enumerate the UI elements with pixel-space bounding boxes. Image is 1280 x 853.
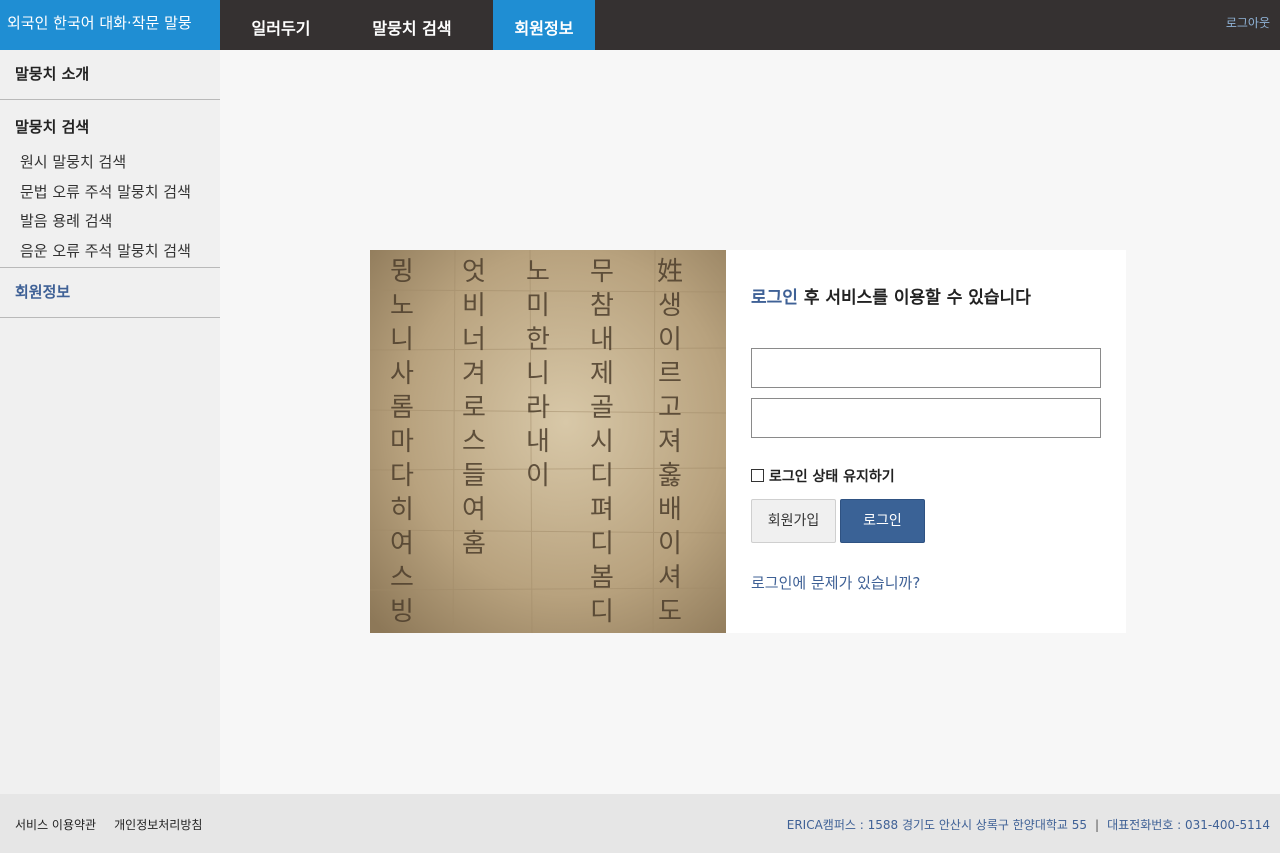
inscription-glyph: 생 xyxy=(658,291,682,321)
inscription-glyph: 이 xyxy=(658,325,682,355)
password-input[interactable] xyxy=(751,398,1101,438)
sidebar: 말뭉치 소개 치 말뭉치 검색 원시 말뭉치 검색 문법 오류 주석 말뭉치 검색… xyxy=(0,50,220,794)
inscription-glyph: 디 xyxy=(590,461,614,491)
inscription-glyph: 디 xyxy=(590,597,614,627)
sidebar-item-grammar-error-search[interactable]: 문법 오류 주석 말뭉치 검색 xyxy=(0,181,220,211)
inscription-glyph: 롬 xyxy=(390,393,414,423)
sidebar-search-group: 말뭉치 검색 원시 말뭉치 검색 문법 오류 주석 말뭉치 검색 발음 용례 검… xyxy=(0,100,220,268)
sidebar-item-intro[interactable]: 말뭉치 소개 치 xyxy=(0,50,220,100)
logout-link[interactable]: 로그아웃 xyxy=(1226,14,1270,31)
inscription-glyph: 히 xyxy=(390,495,414,525)
inscription-glyph: 무 xyxy=(590,257,614,287)
sidebar-item-label: 말뭉치 소개 xyxy=(15,65,90,83)
inscription-glyph: 여 xyxy=(462,495,486,525)
inscription-glyph: 사 xyxy=(390,359,414,389)
tab-guide[interactable]: 일러두기 xyxy=(230,0,332,50)
footer-contact: ERICA캠퍼스 : 1588 경기도 안산시 상록구 한양대학교 55 | 대표전… xyxy=(787,816,1270,833)
inscription-glyph: 엇 xyxy=(462,257,486,287)
sidebar-item-member-info[interactable]: 회원정보 xyxy=(0,268,220,318)
sidebar-item-raw-corpus-search[interactable]: 원시 말뭉치 검색 xyxy=(0,151,220,181)
inscription-glyph: 져 xyxy=(658,427,682,457)
inscription-glyph: 니 xyxy=(390,325,414,355)
inscription-glyph: 배 xyxy=(658,495,682,525)
inscription-glyph: 빙 xyxy=(390,597,414,627)
inscription-glyph: 홇 xyxy=(658,461,682,491)
sidebar-item-phonological-error-search[interactable]: 음운 오류 주석 말뭉치 검색 xyxy=(0,240,220,270)
inscription-glyph: 도 xyxy=(658,597,682,627)
login-title: 로그인 후 서비스를 이용할 수 있습니다 xyxy=(751,283,1031,308)
footer-links: 서비스 이용약관 개인정보처리방침 xyxy=(15,816,220,833)
inscription-glyph: 홈 xyxy=(462,529,486,559)
inscription-glyph: 여 xyxy=(390,529,414,559)
sidebar-faded-text: 치 xyxy=(95,65,110,83)
inscription-glyph: 다 xyxy=(390,461,414,491)
terms-of-service-link[interactable]: 서비스 이용약관 xyxy=(15,818,96,832)
inscription-glyph: 디 xyxy=(590,529,614,559)
privacy-policy-link[interactable]: 개인정보처리방침 xyxy=(114,818,202,832)
inscription-glyph: 스 xyxy=(462,427,486,457)
inscription-glyph: 르 xyxy=(658,359,682,389)
sidebar-item-pronunciation-example-search[interactable]: 발음 용례 검색 xyxy=(0,210,220,240)
tab-corpus-search[interactable]: 말뭉치 검색 xyxy=(352,0,472,50)
inscription-glyph: 미 xyxy=(526,291,550,321)
inscription-glyph: 고 xyxy=(658,393,682,423)
remember-checkbox[interactable] xyxy=(751,469,764,482)
login-help-link[interactable]: 로그인에 문제가 있습니까? xyxy=(751,572,920,593)
inscription-glyph: 니 xyxy=(526,359,550,389)
inscription-glyph: 들 xyxy=(462,461,486,491)
tab-member-info[interactable]: 회원정보 xyxy=(493,0,595,50)
inscription-glyph: 로 xyxy=(462,393,486,423)
inscription-glyph: 내 xyxy=(590,325,614,355)
inscription-glyph: 겨 xyxy=(462,359,486,389)
login-title-highlight: 로그인 xyxy=(751,288,798,308)
inscription-glyph: 뮝 xyxy=(390,257,414,287)
inscription-glyph: 너 xyxy=(462,325,486,355)
remember-label: 로그인 상태 유지하기 xyxy=(769,469,895,485)
inscription-glyph: 참 xyxy=(590,291,614,321)
login-title-text: 후 서비스를 이용할 수 있습니다 xyxy=(797,288,1031,308)
site-brand[interactable]: 외국인 한국어 대화·작문 말뭉 xyxy=(0,0,220,50)
user-id-input[interactable] xyxy=(751,348,1101,388)
inscription-glyph: 스 xyxy=(390,563,414,593)
inscription-glyph: 내 xyxy=(526,427,550,457)
inscription-glyph: 골 xyxy=(590,393,614,423)
top-navigation-bar: 외국인 한국어 대화·작문 말뭉 일러두기 말뭉치 검색 회원정보 로그아웃 xyxy=(0,0,1280,50)
inscription-glyph: 셔 xyxy=(658,563,682,593)
inscription-glyph: 노 xyxy=(526,257,550,287)
campus-address: ERICA캠퍼스 : 1588 경기도 안산시 상록구 한양대학교 55 xyxy=(786,818,1088,832)
inscription-glyph: 노 xyxy=(390,291,414,321)
inscription-glyph: 제 xyxy=(590,359,614,389)
inscription-glyph: 시 xyxy=(590,427,614,457)
remember-login-option[interactable]: 로그인 상태 유지하기 xyxy=(751,466,895,486)
inscription-glyph: 라 xyxy=(526,393,550,423)
login-button[interactable]: 로그인 xyxy=(840,499,925,543)
inscription-glyph: 봄 xyxy=(590,563,614,593)
inscription-glyph: 이 xyxy=(658,529,682,559)
hangul-stone-inscription-image: 뮝노니사롬마다히여스빙엇비너겨로스들여홈노미한니라내이무참내제골시디펴디봄디姓생… xyxy=(370,250,726,633)
inscription-glyph: 한 xyxy=(526,325,550,355)
inscription-glyph: 마 xyxy=(390,427,414,457)
login-panel: 로그인 후 서비스를 이용할 수 있습니다 로그인 상태 유지하기 회원가입 로… xyxy=(726,250,1126,633)
inscription-glyph: 비 xyxy=(462,291,486,321)
sidebar-search-heading[interactable]: 말뭉치 검색 xyxy=(0,116,220,137)
signup-button[interactable]: 회원가입 xyxy=(751,499,836,543)
footer: 서비스 이용약관 개인정보처리방침 ERICA캠퍼스 : 1588 경기도 안산시… xyxy=(0,794,1280,853)
main-phone: 대표전화번호 : 031-400-5114 xyxy=(1107,818,1270,832)
inscription-glyph: 펴 xyxy=(590,495,614,525)
inscription-glyph: 이 xyxy=(526,461,550,491)
inscription-glyph: 姓 xyxy=(657,257,683,287)
footer-separator: | xyxy=(1095,818,1100,832)
